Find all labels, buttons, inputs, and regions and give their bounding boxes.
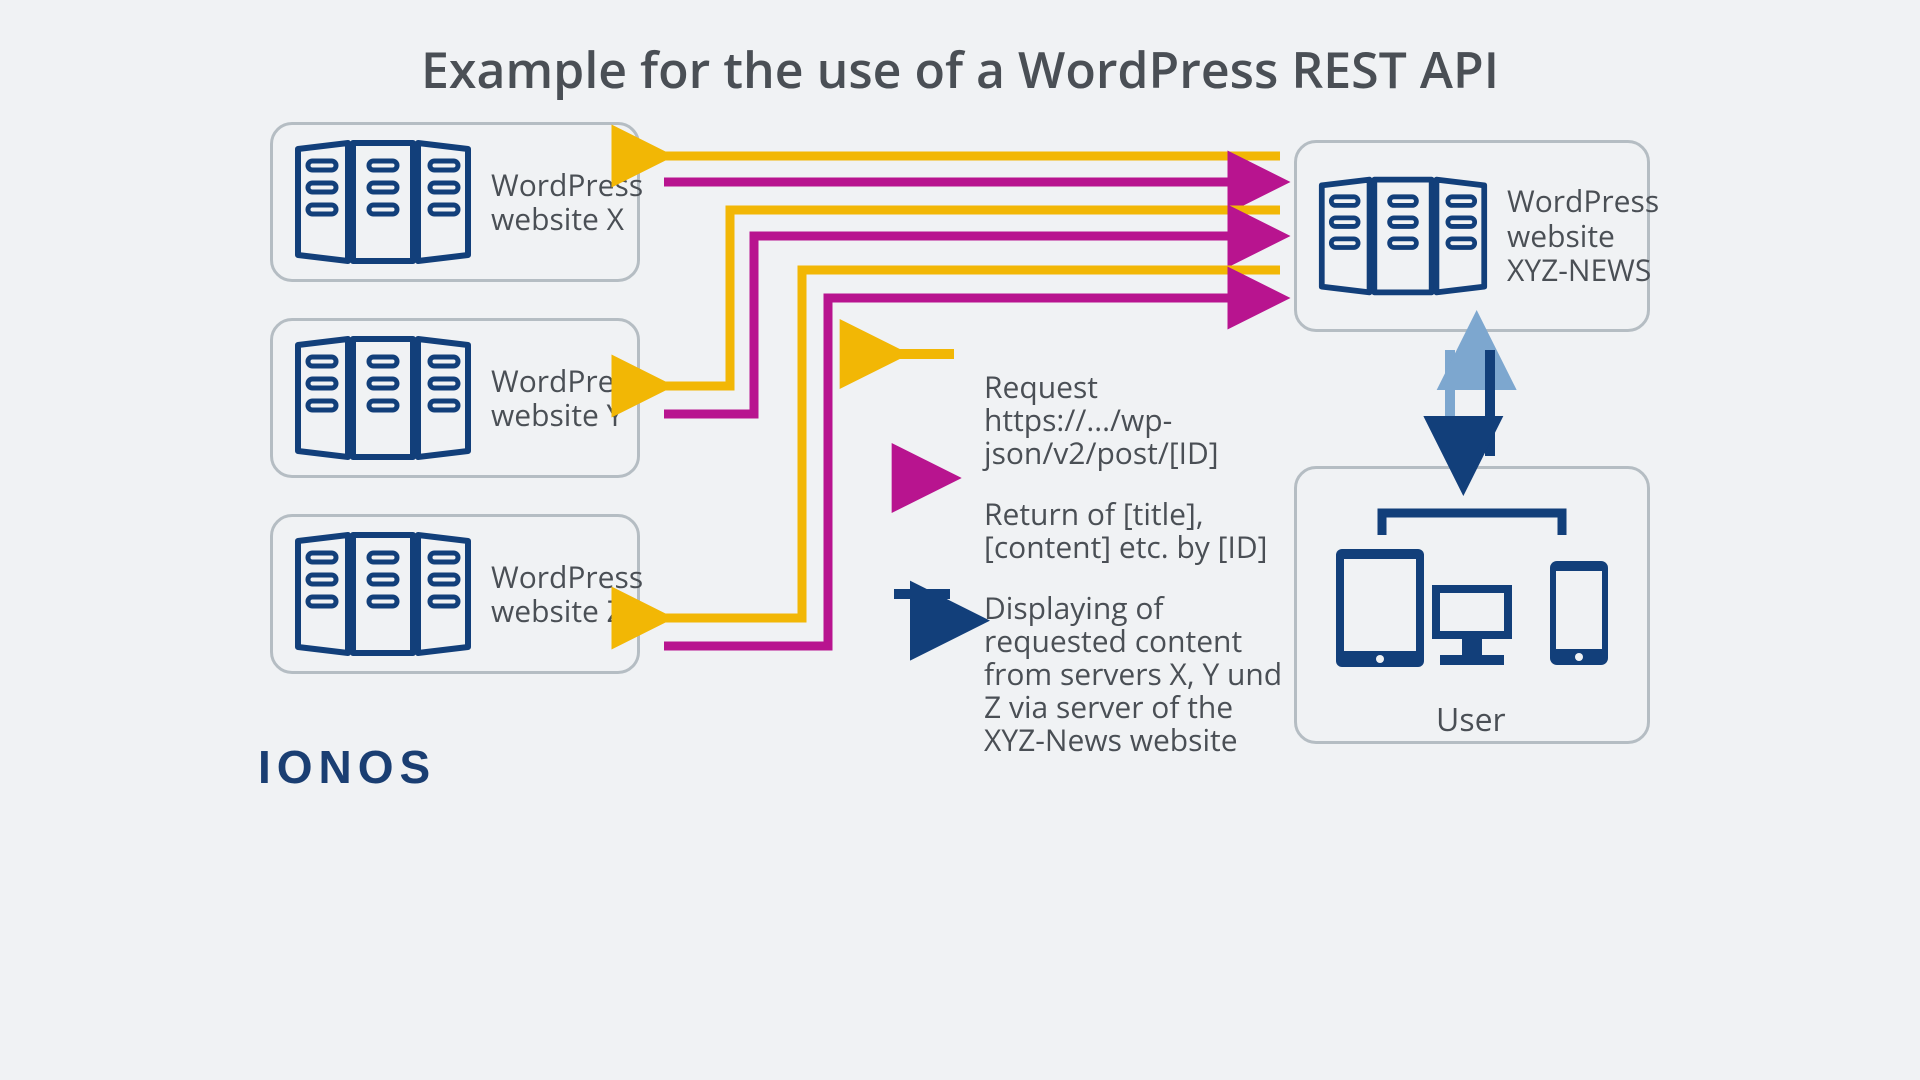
- brand-logo: IONOS: [258, 740, 436, 794]
- legend: Request https://.../wp-json/v2/post/[ID]…: [884, 370, 1284, 784]
- legend-request: Request https://.../wp-json/v2/post/[ID]: [884, 370, 1284, 469]
- legend-return-text: Return of [title], [content] etc. by [ID…: [984, 497, 1284, 563]
- legend-request-url: https://.../wp-json/v2/post/[ID]: [984, 403, 1284, 469]
- legend-display-text: Displaying of requested content from ser…: [984, 591, 1284, 756]
- diagram-stage: Example for the use of a WordPress REST …: [232, 0, 1688, 816]
- legend-display: Displaying of requested content from ser…: [884, 591, 1284, 756]
- legend-return: Return of [title], [content] etc. by [ID…: [884, 497, 1284, 563]
